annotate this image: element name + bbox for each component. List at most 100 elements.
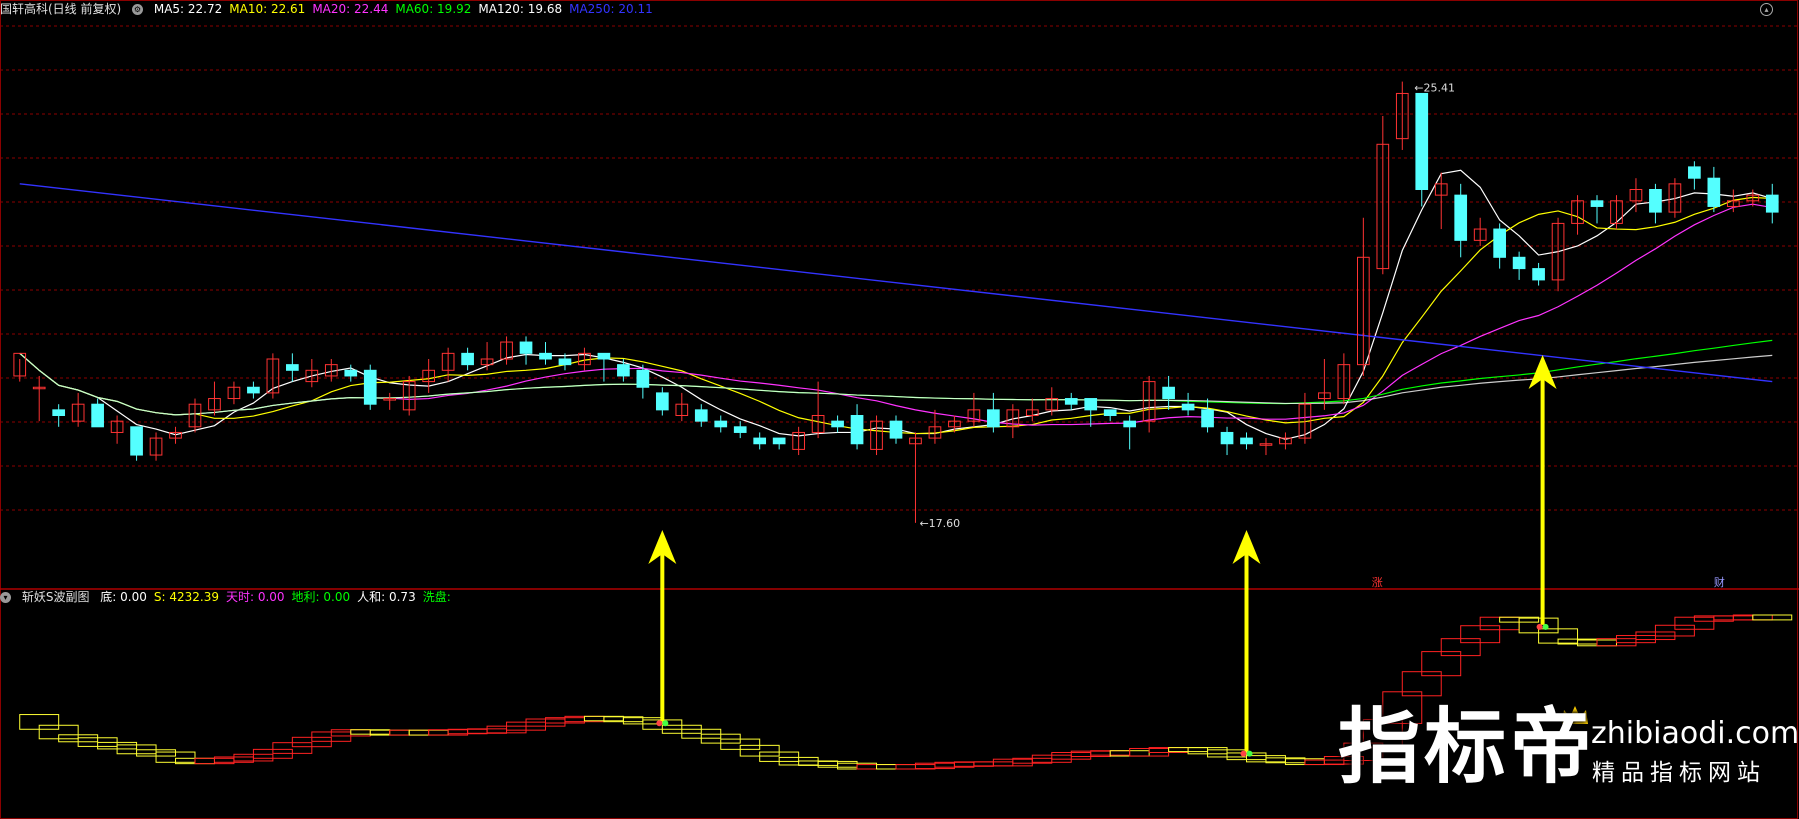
- indicator-value-3: 地利: 0.00: [291, 590, 351, 604]
- candle: [130, 426, 143, 461]
- candle-body: [286, 364, 299, 371]
- candle-body: [1181, 403, 1195, 411]
- candle-body: [363, 369, 377, 405]
- candle-body: [597, 352, 611, 360]
- signal-arrows: [648, 355, 1557, 757]
- candle-body: [52, 409, 66, 417]
- candle: [1259, 438, 1273, 456]
- candle-body: [91, 403, 104, 428]
- candle: [519, 336, 533, 365]
- candle-body: [1707, 177, 1721, 207]
- candle: [850, 404, 864, 450]
- stock-chart: ←25.41←17.60涨财: [0, 0, 1799, 819]
- candle: [149, 432, 163, 461]
- candle: [1220, 426, 1234, 456]
- candle: [597, 352, 611, 382]
- candle: [1688, 161, 1701, 190]
- candle-body: [558, 358, 572, 366]
- candle: [208, 381, 221, 416]
- ma-label-2: MA20: 22.44: [312, 2, 389, 16]
- watermark-slogan: 精品指标网站: [1592, 760, 1766, 786]
- candle-body: [519, 341, 533, 354]
- candle: [753, 432, 767, 450]
- candle: [1142, 375, 1156, 433]
- signal-dot: [1536, 623, 1543, 630]
- ma-label-5: MA250: 20.11: [569, 2, 653, 16]
- candle: [247, 381, 260, 399]
- candle: [1532, 262, 1545, 286]
- candle-body: [1103, 409, 1117, 417]
- candle: [1006, 404, 1020, 439]
- candle-body: [831, 420, 844, 428]
- candle: [1240, 432, 1253, 450]
- candle: [1201, 398, 1214, 433]
- candle-body: [344, 369, 358, 377]
- signal-arrow: [1232, 530, 1261, 757]
- candle: [1376, 116, 1390, 275]
- candle: [655, 387, 669, 416]
- signal-dot: [1542, 623, 1549, 630]
- candle-body: [617, 364, 630, 377]
- indicator-value-1: S: 4232.39: [153, 590, 219, 604]
- candle-body: [539, 352, 552, 360]
- collapse-icon[interactable]: ▴: [1760, 3, 1773, 16]
- candle: [1590, 195, 1604, 224]
- ma-label-4: MA120: 19.68: [478, 2, 563, 16]
- watermark-site: zhibiaodi.com: [1591, 716, 1799, 751]
- signal-dot: [656, 720, 663, 727]
- indicator-value-4: 人和: 0.73: [357, 590, 416, 604]
- indicator-menu-icon[interactable]: ▾: [0, 592, 11, 603]
- candle-body: [461, 352, 474, 366]
- candle: [1103, 409, 1117, 422]
- candle: [422, 359, 436, 393]
- main-chart-header: 国轩高科(日线 前复权) ⚙ MA5: 22.72 MA10: 22.61 MA20…: [0, 0, 1799, 18]
- ma-label-3: MA60: 19.92: [395, 2, 472, 16]
- candle: [694, 404, 708, 427]
- low-price-label: ←17.60: [919, 517, 960, 530]
- candle: [1765, 183, 1779, 224]
- candle: [1084, 398, 1098, 427]
- candle-body: [1454, 194, 1468, 241]
- candle: [500, 336, 513, 365]
- candle-body: [753, 437, 767, 445]
- candle: [967, 392, 981, 427]
- candle-body: [247, 386, 260, 394]
- candle: [1279, 432, 1292, 450]
- candle: [1493, 223, 1506, 269]
- candle: [344, 364, 358, 382]
- candle: [363, 364, 377, 410]
- candle-body: [714, 420, 728, 428]
- candle: [441, 347, 455, 382]
- candle: [1512, 251, 1526, 280]
- candle-body: [733, 426, 747, 433]
- settings-circle-icon[interactable]: ⚙: [132, 4, 144, 15]
- ma250-line: [19, 183, 1773, 383]
- ma20-line: [19, 203, 1773, 426]
- candle: [1337, 353, 1351, 405]
- candle-body: [1765, 194, 1779, 213]
- candle: [1025, 398, 1039, 422]
- candle-body: [1084, 398, 1098, 411]
- candle: [52, 404, 66, 427]
- candle: [169, 426, 182, 444]
- candle-body: [772, 437, 786, 445]
- candle: [1162, 375, 1175, 410]
- candle-body: [1220, 431, 1234, 445]
- candle: [91, 398, 104, 428]
- candle: [286, 353, 299, 382]
- candle: [733, 421, 747, 439]
- sub-chart-header: ▾ 斩妖S波副图 底: 0.00 S: 4232.39 天时: 0.00 地利: 0.…: [0, 588, 1799, 606]
- candle: [1123, 415, 1137, 450]
- candle: [772, 437, 786, 450]
- candle: [1415, 92, 1429, 207]
- indicator-name: 斩妖S波副图: [21, 590, 90, 604]
- candlesticks: [13, 81, 1779, 523]
- candle: [480, 342, 494, 371]
- indicator-value-0: 底: 0.00: [100, 590, 147, 604]
- high-price-label: ←25.41: [1414, 82, 1455, 95]
- chart-frame: [0, 0, 1798, 819]
- candle: [1181, 392, 1195, 416]
- candle-body: [1493, 228, 1506, 258]
- stock-title: 国轩高科(日线 前复权): [0, 2, 122, 16]
- candle-body: [1649, 189, 1662, 213]
